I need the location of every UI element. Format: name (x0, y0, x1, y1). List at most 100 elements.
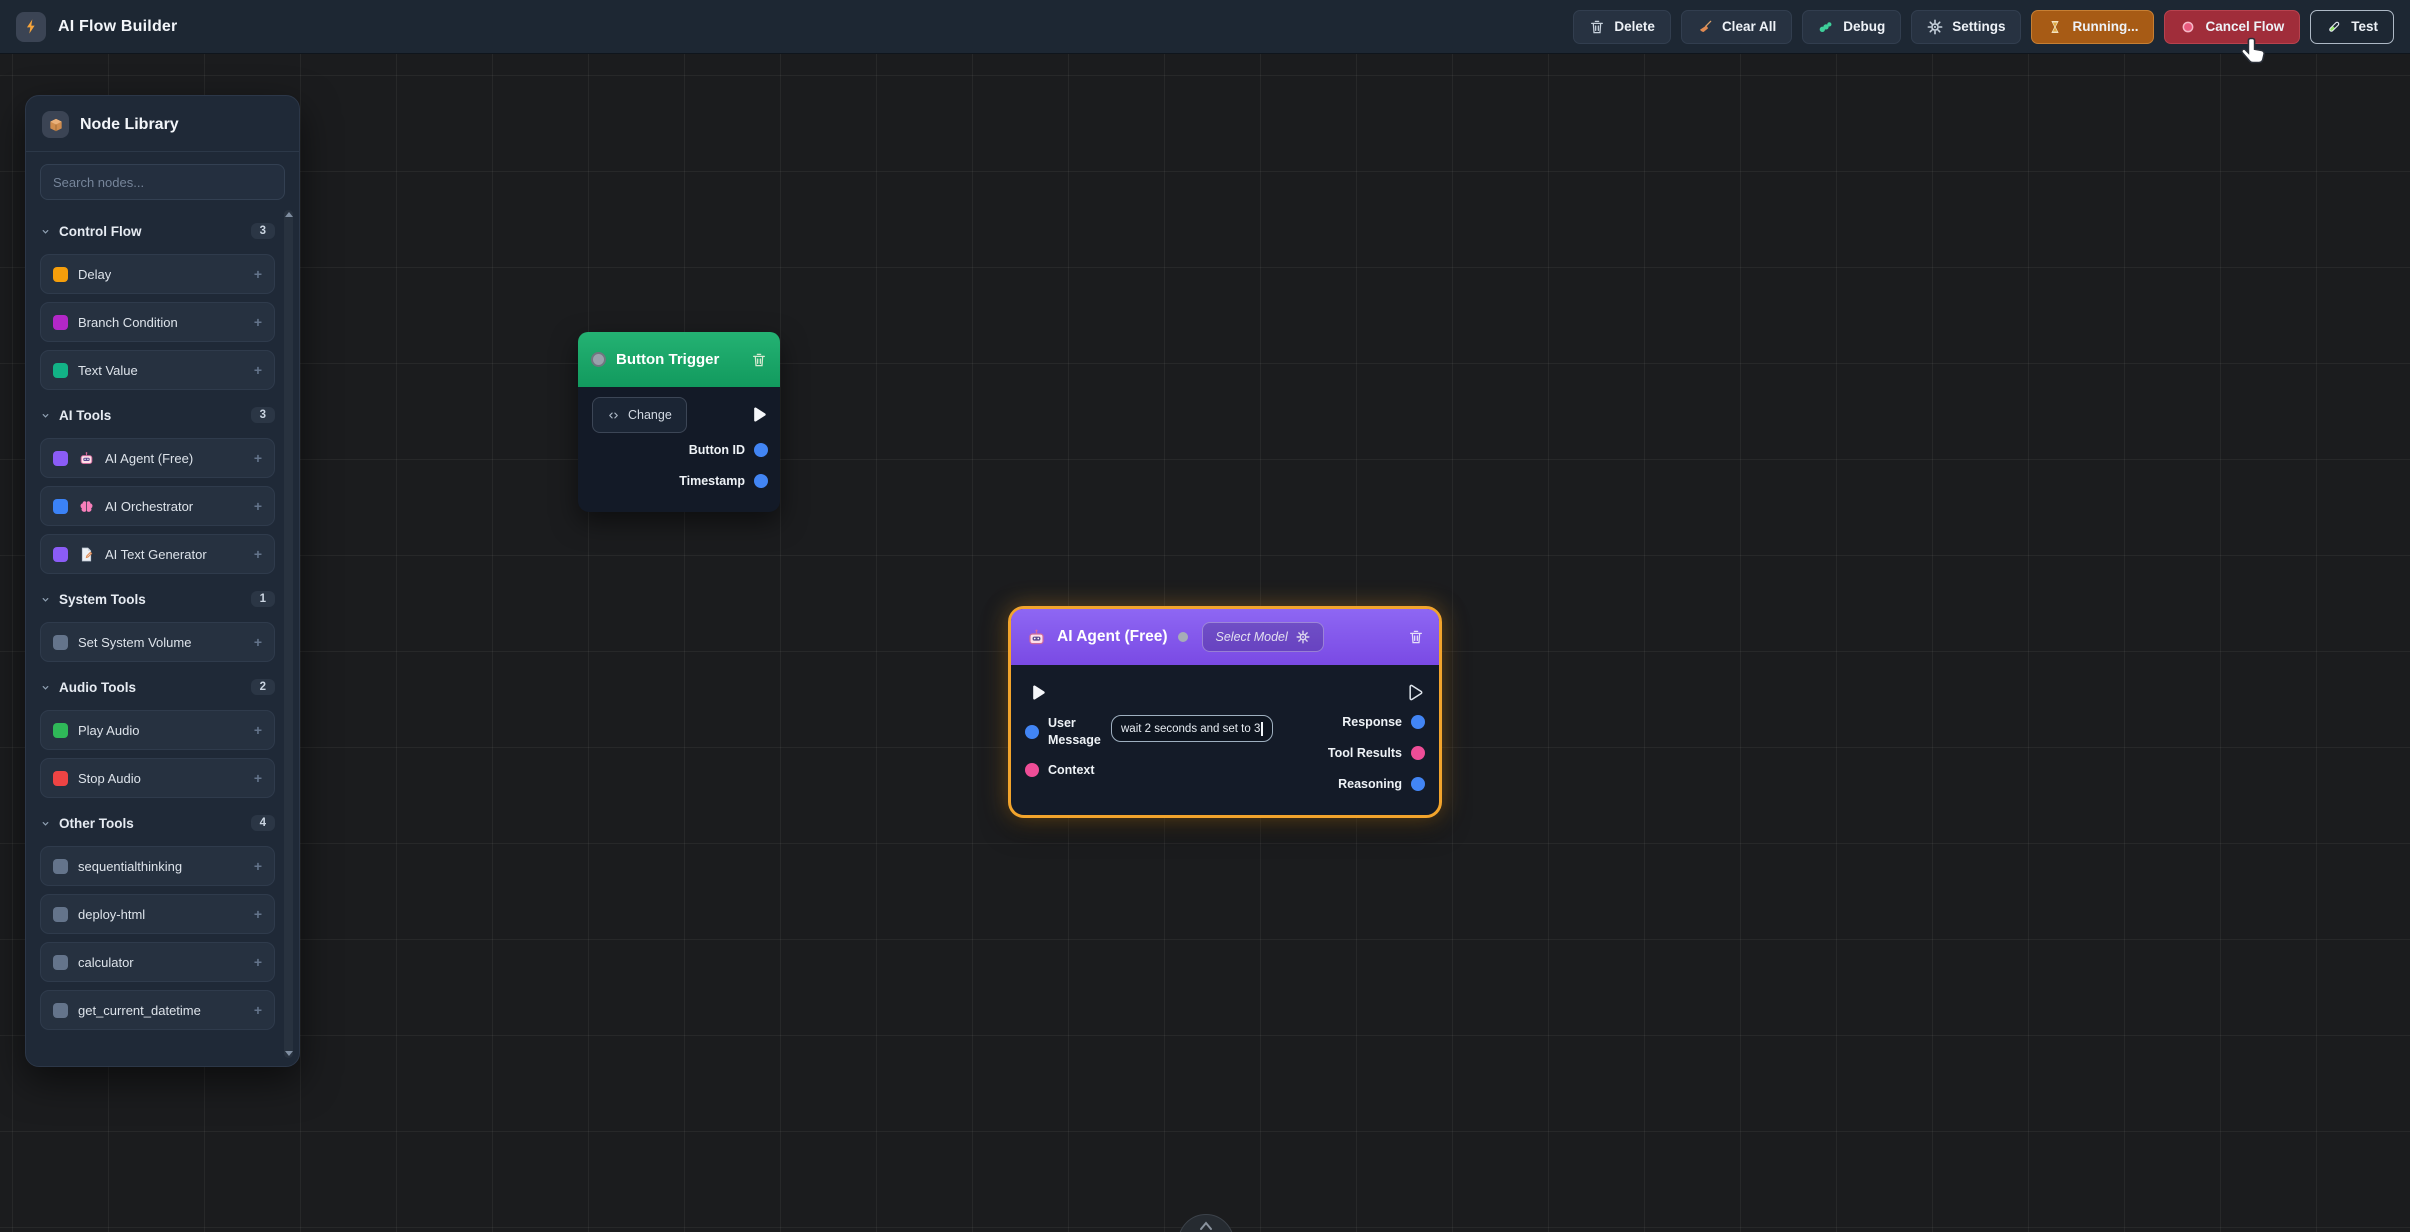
node-library-list: Control Flow3Delay+Branch Condition+Text… (26, 204, 299, 1066)
robot-icon (1026, 627, 1047, 648)
trash-icon (1589, 19, 1605, 35)
change-button[interactable]: Change (592, 397, 687, 433)
code-icon (607, 409, 620, 422)
node-library-item[interactable]: AI Text Generator+ (40, 534, 275, 574)
node-library-item[interactable]: deploy-html+ (40, 894, 275, 934)
button-trigger-header[interactable]: Button Trigger (578, 332, 780, 387)
running-button[interactable]: Running... (2031, 10, 2154, 44)
section-header[interactable]: System Tools 1 (40, 584, 275, 614)
ai-agent-header[interactable]: AI Agent (Free) Select Model (1011, 609, 1439, 665)
node-color-swatch (53, 315, 68, 330)
canvas-control-button[interactable] (1178, 1214, 1234, 1232)
node-ai-agent[interactable]: AI Agent (Free) Select Model User Messag… (1008, 606, 1442, 818)
output-handle-tool-results[interactable] (1411, 746, 1425, 760)
section-header[interactable]: Other Tools4 (40, 808, 275, 838)
add-node-icon[interactable]: + (254, 722, 262, 738)
input-handle-user-message[interactable] (1025, 725, 1039, 739)
button-label: Test (2351, 19, 2378, 34)
section-header[interactable]: Audio Tools 2 (40, 672, 275, 702)
port-label: Button ID (689, 443, 745, 457)
test-button[interactable]: Test (2310, 10, 2394, 44)
output-handle-reasoning[interactable] (1411, 777, 1425, 791)
output-handle-response[interactable] (1411, 715, 1425, 729)
node-library-item[interactable]: AI Agent (Free) + (40, 438, 275, 478)
exec-input-handle[interactable] (1027, 682, 1046, 703)
scroll-down-icon[interactable] (285, 1051, 293, 1056)
section-count-badge: 1 (251, 591, 275, 607)
button-label: Clear All (1722, 19, 1776, 34)
settings-button[interactable]: Settings (1911, 10, 2021, 44)
sidebar-scrollbar[interactable] (284, 210, 293, 1058)
add-node-icon[interactable]: + (254, 906, 262, 922)
add-node-icon[interactable]: + (254, 1002, 262, 1018)
trigger-status-dot[interactable] (591, 352, 606, 367)
node-library-item[interactable]: Play Audio+ (40, 710, 275, 750)
flow-canvas[interactable]: Node Library Control Flow3Delay+Branch C… (0, 54, 2410, 1232)
node-title: AI Agent (Free) (1057, 628, 1168, 646)
add-node-icon[interactable]: + (254, 362, 262, 378)
node-color-swatch (53, 1003, 68, 1018)
section-label: System Tools (59, 592, 146, 607)
bug-icon (1818, 19, 1834, 35)
section-header[interactable]: AI Tools3 (40, 400, 275, 430)
node-library-header: Node Library (26, 96, 299, 152)
item-label: AI Orchestrator (105, 499, 193, 514)
hourglass-icon (2047, 19, 2063, 35)
node-color-swatch (53, 499, 68, 514)
port-label: Context (1048, 762, 1112, 779)
input-port-row: Context (1025, 762, 1112, 779)
node-library-item[interactable]: Stop Audio+ (40, 758, 275, 798)
node-library-item[interactable]: Branch Condition+ (40, 302, 275, 342)
item-label: get_current_datetime (78, 1003, 201, 1018)
node-library-item[interactable]: Text Value+ (40, 350, 275, 390)
search-input[interactable] (40, 164, 285, 200)
agent-status-dot (1178, 632, 1188, 642)
robot-icon (78, 450, 95, 467)
item-label: Set System Volume (78, 635, 191, 650)
section-header[interactable]: Control Flow3 (40, 216, 275, 246)
user-message-input[interactable]: wait 2 seconds and set to 3 (1111, 715, 1273, 742)
output-handle-timestamp[interactable] (754, 474, 768, 488)
add-node-icon[interactable]: + (254, 858, 262, 874)
add-node-icon[interactable]: + (254, 634, 262, 650)
output-handle-button-id[interactable] (754, 443, 768, 457)
item-label: AI Agent (Free) (105, 451, 193, 466)
debug-button[interactable]: Debug (1802, 10, 1901, 44)
exec-output-handle[interactable] (748, 404, 767, 425)
node-library-item[interactable]: Set System Volume + (40, 622, 275, 662)
node-library-item[interactable]: sequentialthinking+ (40, 846, 275, 886)
document-icon (78, 546, 95, 563)
add-node-icon[interactable]: + (254, 266, 262, 282)
add-node-icon[interactable]: + (254, 770, 262, 786)
add-node-icon[interactable]: + (254, 546, 262, 562)
node-library-title: Node Library (80, 116, 179, 134)
node-library-item[interactable]: get_current_datetime + (40, 990, 275, 1030)
node-button-trigger[interactable]: Button Trigger Change Button ID Timestam… (578, 332, 780, 512)
cancel-flow-button[interactable]: Cancel Flow (2164, 10, 2300, 44)
trash-icon[interactable] (1408, 629, 1424, 645)
add-node-icon[interactable]: + (254, 314, 262, 330)
section-label: Audio Tools (59, 680, 136, 695)
clear-all-button[interactable]: Clear All (1681, 10, 1792, 44)
section-count-badge: 3 (251, 407, 275, 423)
add-node-icon[interactable]: + (254, 954, 262, 970)
add-node-icon[interactable]: + (254, 450, 262, 466)
node-library-item[interactable]: calculator+ (40, 942, 275, 982)
port-label: Response (1342, 715, 1402, 729)
exec-output-handle[interactable] (1404, 682, 1423, 703)
node-color-swatch (53, 723, 68, 738)
input-handle-context[interactable] (1025, 763, 1039, 777)
select-model-button[interactable]: Select Model (1202, 622, 1324, 652)
delete-button[interactable]: Delete (1573, 10, 1671, 44)
section-count-badge: 2 (251, 679, 275, 695)
node-library-item[interactable]: AI Orchestrator + (40, 486, 275, 526)
add-node-icon[interactable]: + (254, 498, 262, 514)
record-circle-icon (2180, 19, 2196, 35)
node-color-swatch (53, 955, 68, 970)
item-label: Delay (78, 267, 111, 282)
trash-icon[interactable] (751, 352, 767, 368)
chevron-down-icon (40, 594, 51, 605)
scroll-up-icon[interactable] (285, 212, 293, 217)
section-label: Other Tools (59, 816, 134, 831)
node-library-item[interactable]: Delay + (40, 254, 275, 294)
